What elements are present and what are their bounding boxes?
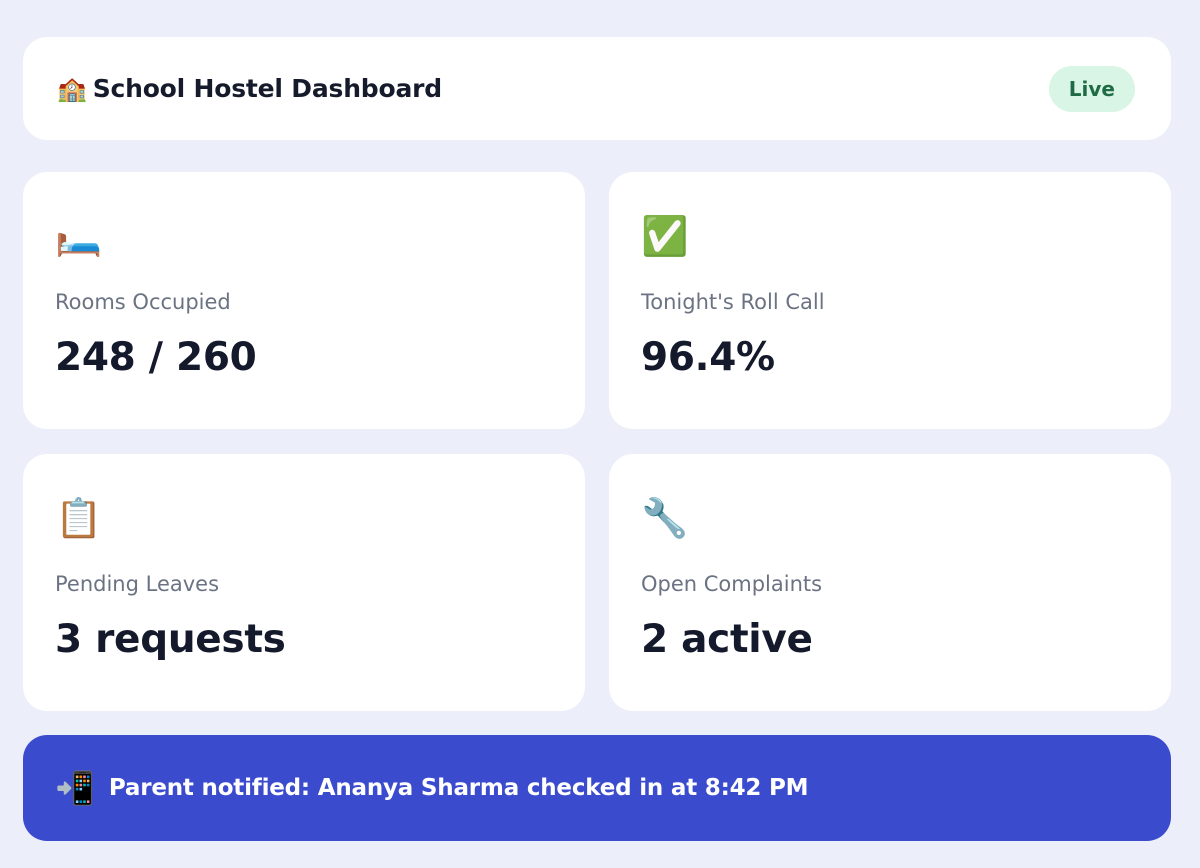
bed-icon: 🛏️ <box>55 214 103 258</box>
card-value: 3 requests <box>55 617 286 662</box>
live-status-badge: Live <box>1048 65 1135 112</box>
school-building-icon: 🏫 <box>57 74 87 103</box>
dashboard-header: 🏫 School Hostel Dashboard Live <box>23 37 1171 140</box>
check-mark-icon: ✅ <box>641 214 689 258</box>
parent-notification-banner[interactable]: 📲 Parent notified: Ananya Sharma checked… <box>23 735 1171 841</box>
page-title-text: School Hostel Dashboard <box>92 74 442 103</box>
card-label: Rooms Occupied <box>55 290 231 314</box>
page-title: 🏫 School Hostel Dashboard <box>57 74 442 103</box>
roll-call-card[interactable]: ✅ Tonight's Roll Call 96.4% <box>609 172 1171 429</box>
card-value: 2 active <box>641 617 813 662</box>
notification-text: Parent notified: Ananya Sharma checked i… <box>108 775 809 801</box>
clipboard-icon: 📋 <box>55 496 103 540</box>
phone-incoming-icon: 📲 <box>55 769 95 807</box>
rooms-occupied-card[interactable]: 🛏️ Rooms Occupied 248 / 260 <box>23 172 585 429</box>
card-label: Pending Leaves <box>55 572 220 596</box>
card-value: 248 / 260 <box>55 335 257 380</box>
card-label: Tonight's Roll Call <box>641 290 825 314</box>
card-value: 96.4% <box>641 335 775 380</box>
pending-leaves-card[interactable]: 📋 Pending Leaves 3 requests <box>23 454 585 711</box>
wrench-icon: 🔧 <box>641 496 689 540</box>
open-complaints-card[interactable]: 🔧 Open Complaints 2 active <box>609 454 1171 711</box>
card-label: Open Complaints <box>641 572 823 596</box>
